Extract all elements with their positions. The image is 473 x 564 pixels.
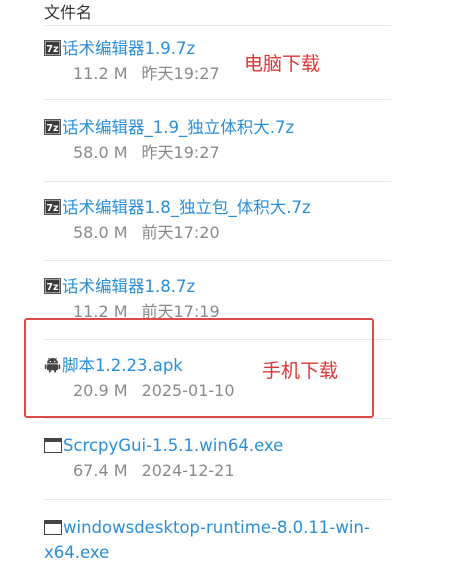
file-item: ScrcpyGui-1.5.1.win64.exe 67.4 M 2024-12-… — [44, 435, 404, 481]
window-exe-icon — [44, 518, 62, 541]
archive-7z-icon: 7z — [44, 40, 61, 62]
svg-text:7z: 7z — [46, 203, 59, 214]
archive-7z-icon: 7z — [44, 278, 61, 300]
file-link[interactable]: 7z 话术编辑器_1.9_独立体积大.7z — [44, 117, 404, 141]
file-name-text: 话术编辑器1.9.7z — [62, 39, 196, 58]
svg-text:7z: 7z — [46, 282, 59, 293]
file-link[interactable]: 7z 话术编辑器1.9.7z — [44, 38, 404, 62]
file-meta: 58.0 M 前天17:20 — [44, 223, 404, 243]
archive-7z-icon: 7z — [44, 199, 61, 221]
archive-7z-icon: 7z — [44, 119, 61, 141]
file-name-text: windowsdesktop-runtime-8.0.11-win-x64.ex… — [44, 518, 370, 562]
file-size: 58.0 M — [73, 143, 128, 162]
file-date: 昨天19:27 — [141, 64, 220, 83]
file-link[interactable]: 7z 话术编辑器1.8.7z — [44, 276, 404, 300]
file-link[interactable]: ScrcpyGui-1.5.1.win64.exe — [44, 435, 404, 459]
window-exe-icon — [44, 437, 62, 459]
file-date: 昨天19:27 — [141, 143, 220, 162]
file-size: 58.0 M — [73, 223, 128, 242]
divider — [44, 25, 391, 26]
file-meta: 11.2 M 昨天19:27 — [44, 64, 404, 84]
annotation-pc-download: 电脑下载 — [244, 53, 321, 75]
file-name-text: 话术编辑器_1.9_独立体积大.7z — [62, 118, 295, 137]
file-link[interactable]: 7z 话术编辑器1.8_独立包_体积大.7z — [44, 197, 404, 221]
file-meta: 58.0 M 昨天19:27 — [44, 143, 404, 163]
divider — [44, 260, 391, 261]
file-meta: 67.4 M 2024-12-21 — [44, 461, 404, 481]
file-date: 前天17:20 — [141, 223, 220, 242]
file-name-text: ScrcpyGui-1.5.1.win64.exe — [63, 436, 284, 455]
file-size: 11.2 M — [73, 64, 128, 83]
file-name-text: 话术编辑器1.8.7z — [62, 277, 196, 296]
file-item: 7z 话术编辑器_1.9_独立体积大.7z 58.0 M 昨天19:27 — [44, 117, 404, 163]
file-name-text: 话术编辑器1.8_独立包_体积大.7z — [62, 198, 311, 217]
file-item: windowsdesktop-runtime-8.0.11-win-x64.ex… — [44, 516, 404, 564]
file-item: 7z 话术编辑器1.9.7z 11.2 M 昨天19:27 — [44, 38, 404, 84]
column-header-filename: 文件名 — [44, 3, 93, 22]
svg-text:7z: 7z — [46, 44, 59, 55]
divider — [44, 499, 391, 500]
divider — [44, 181, 391, 182]
file-item: 7z 话术编辑器1.8.7z 11.2 M 前天17:19 — [44, 276, 404, 322]
divider — [44, 418, 391, 419]
svg-text:7z: 7z — [46, 123, 59, 134]
file-item: 7z 话术编辑器1.8_独立包_体积大.7z 58.0 M 前天17:20 — [44, 197, 404, 243]
file-link[interactable]: windowsdesktop-runtime-8.0.11-win-x64.ex… — [44, 516, 394, 564]
file-date: 2024-12-21 — [141, 461, 235, 480]
annotation-mobile-download: 手机下载 — [262, 360, 339, 382]
divider — [44, 99, 391, 100]
file-size: 67.4 M — [73, 461, 128, 480]
